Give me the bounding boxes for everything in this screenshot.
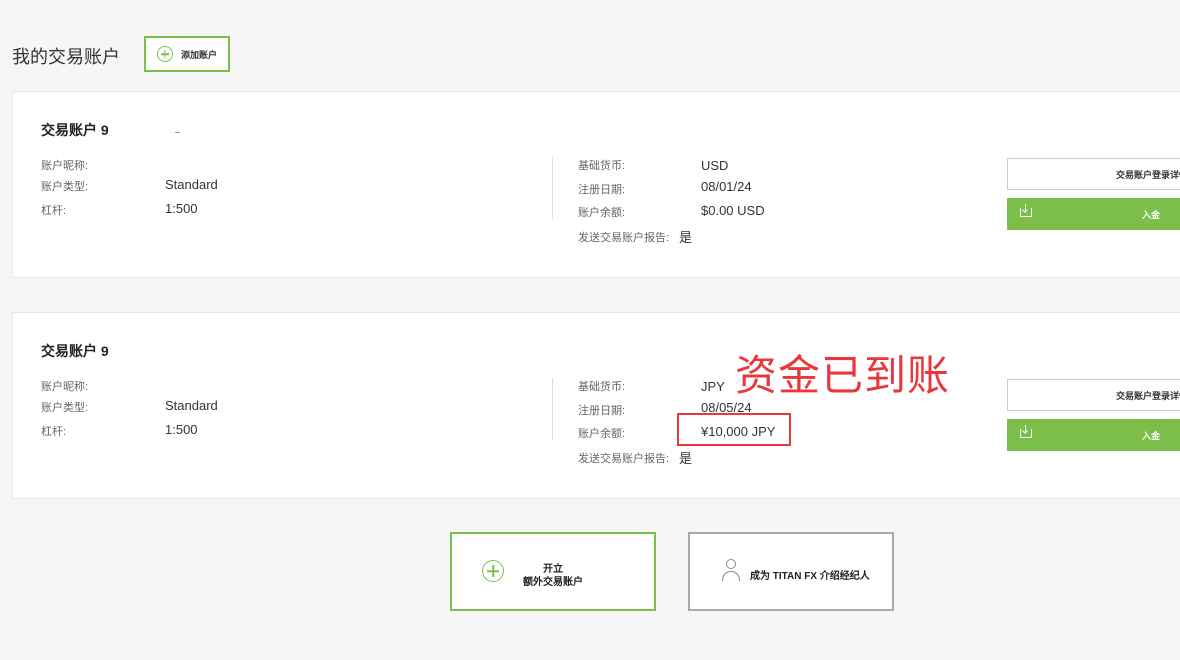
account-type-label: 账户类型:	[41, 181, 89, 193]
account-card: 交易账户 9 账户昵称: 账户类型: Standard 杠杆: 1:500 基础…	[12, 91, 1180, 278]
divider	[552, 157, 553, 219]
balance-label: 账户余额:	[578, 428, 626, 440]
account-type-value: Standard	[165, 177, 218, 192]
add-account-label: 添加账户	[180, 49, 217, 60]
deposit-button[interactable]: 入金	[1007, 419, 1180, 451]
send-report-value: 是	[679, 230, 693, 245]
become-ib-button[interactable]: 成为 TITAN FX 介绍经纪人	[688, 532, 894, 611]
account-title: 交易账户 9	[41, 343, 109, 359]
deposit-button[interactable]: 入金	[1007, 198, 1180, 230]
add-account-button[interactable]: 添加账户	[144, 36, 230, 72]
login-details-button[interactable]: 交易账户登录详情	[1007, 158, 1180, 190]
plus-circle-icon	[156, 46, 173, 62]
deposit-label: 入金	[1142, 210, 1161, 220]
account-card: 交易账户 9 账户昵称: 账户类型: Standard 杠杆: 1:500 基础…	[12, 312, 1180, 499]
send-report-label: 发送交易账户报告:	[578, 453, 670, 465]
registration-date-label: 注册日期:	[578, 184, 626, 196]
balance-value: $0.00 USD	[701, 203, 765, 218]
login-details-label: 交易账户登录详情	[1116, 391, 1180, 401]
registration-date-value: 08/01/24	[701, 179, 752, 194]
leverage-label: 杠杆:	[41, 205, 67, 217]
base-currency-label: 基础货币:	[578, 381, 626, 393]
highlight-box	[677, 413, 791, 446]
base-currency-label: 基础货币:	[578, 160, 626, 172]
send-report-value: 是	[679, 451, 693, 466]
leverage-value: 1:500	[165, 201, 198, 216]
open-extra-label-line2: 额外交易账户	[523, 577, 583, 588]
account-title: 交易账户 9	[41, 122, 109, 138]
divider	[552, 378, 553, 440]
balance-label: 账户余额:	[578, 207, 626, 219]
leverage-label: 杠杆:	[41, 426, 67, 438]
page: 我的交易账户 添加账户 交易账户 9 账户昵称: 账户类型: Standard …	[0, 0, 1180, 660]
user-icon	[722, 559, 740, 583]
title-mark	[175, 132, 180, 133]
account-type-label: 账户类型:	[41, 402, 89, 414]
nickname-label: 账户昵称:	[41, 381, 89, 393]
account-type-value: Standard	[165, 398, 218, 413]
download-tray-icon	[1020, 204, 1032, 217]
deposit-label: 入金	[1142, 431, 1161, 441]
download-tray-icon	[1020, 425, 1032, 438]
registration-date-label: 注册日期:	[578, 405, 626, 417]
base-currency-value: JPY	[701, 379, 725, 394]
base-currency-value: USD	[701, 158, 729, 173]
login-details-button[interactable]: 交易账户登录详情	[1007, 379, 1180, 411]
nickname-label: 账户昵称:	[41, 160, 89, 172]
login-details-label: 交易账户登录详情	[1116, 170, 1180, 180]
leverage-value: 1:500	[165, 422, 198, 437]
page-title: 我的交易账户	[12, 47, 120, 67]
annotation-text: 资金已到账	[735, 352, 951, 399]
open-extra-account-button[interactable]: 开立 额外交易账户	[450, 532, 656, 611]
send-report-label: 发送交易账户报告:	[578, 232, 670, 244]
become-ib-label: 成为 TITAN FX 介绍经纪人	[750, 571, 870, 582]
